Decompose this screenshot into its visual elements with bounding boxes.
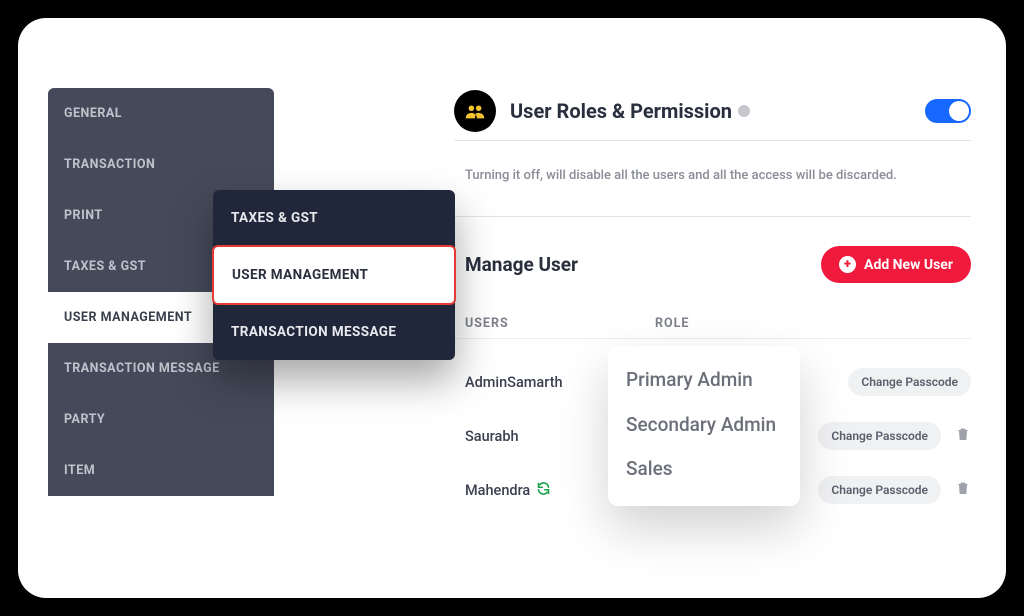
column-header-role: ROLE	[655, 316, 835, 331]
sidebar-item-label: USER MANAGEMENT	[64, 310, 192, 325]
page-title: User Roles & Permission	[510, 99, 925, 123]
user-name: AdminSamarth	[465, 374, 563, 391]
header-row: User Roles & Permission	[454, 90, 971, 132]
settings-sidebar-popout: TAXES & GST USER MANAGEMENT TRANSACTION …	[213, 190, 455, 360]
role-option-label: Sales	[626, 457, 673, 480]
role-option-primary-admin[interactable]: Primary Admin	[624, 358, 784, 403]
sidebar-item-transaction[interactable]: TRANSACTION	[48, 139, 274, 190]
sidebar-item-label: GENERAL	[64, 106, 122, 121]
sync-icon	[536, 481, 551, 500]
divider	[454, 140, 971, 141]
sidebar-item-item[interactable]: ITEM	[48, 445, 274, 496]
feature-toggle[interactable]	[925, 99, 971, 123]
change-passcode-button[interactable]: Change Passcode	[848, 368, 971, 396]
add-new-user-label: Add New User	[864, 257, 953, 273]
role-option-secondary-admin[interactable]: Secondary Admin	[624, 403, 784, 448]
change-passcode-button[interactable]: Change Passcode	[818, 476, 941, 504]
add-new-user-button[interactable]: + Add New User	[821, 246, 971, 283]
sidebar-item-general[interactable]: GENERAL	[48, 88, 274, 139]
user-name: Mahendra	[465, 482, 530, 499]
change-passcode-button[interactable]: Change Passcode	[818, 422, 941, 450]
user-name: Saurabh	[465, 428, 519, 445]
sidebar-item-label: TAXES & GST	[64, 259, 146, 274]
popout-item-taxes-gst[interactable]: TAXES & GST	[213, 190, 455, 246]
role-option-sales[interactable]: Sales	[624, 447, 784, 492]
column-header-users: USERS	[465, 316, 655, 331]
users-table-header: USERS ROLE	[465, 316, 971, 331]
role-option-label: Primary Admin	[626, 368, 753, 391]
help-text: Turning it off, will disable all the use…	[465, 168, 961, 183]
sidebar-item-label: TRANSACTION	[64, 157, 155, 172]
plus-icon: +	[839, 256, 856, 273]
manage-user-title: Manage User	[465, 253, 578, 276]
app-canvas: GENERAL TRANSACTION PRINT TAXES & GST US…	[18, 18, 1006, 598]
divider	[454, 338, 971, 339]
role-option-label: Secondary Admin	[626, 413, 776, 436]
info-icon[interactable]	[738, 105, 750, 117]
popout-item-transaction-message[interactable]: TRANSACTION MESSAGE	[213, 304, 455, 360]
popout-item-label: TAXES & GST	[231, 210, 318, 226]
sidebar-item-label: ITEM	[64, 463, 95, 478]
delete-user-icon[interactable]	[955, 426, 971, 446]
popout-item-user-management[interactable]: USER MANAGEMENT	[212, 245, 456, 305]
users-group-icon	[454, 90, 496, 132]
page-title-text: User Roles & Permission	[510, 99, 732, 123]
popout-item-label: TRANSACTION MESSAGE	[231, 324, 396, 340]
sidebar-item-label: TRANSACTION MESSAGE	[64, 361, 220, 376]
role-dropdown: Primary Admin Secondary Admin Sales	[608, 346, 800, 506]
delete-user-icon[interactable]	[955, 480, 971, 500]
pill-label: Change Passcode	[861, 375, 958, 389]
popout-item-label: USER MANAGEMENT	[232, 267, 368, 283]
pill-label: Change Passcode	[831, 483, 928, 497]
sidebar-item-label: PRINT	[64, 208, 103, 223]
divider	[454, 216, 971, 217]
sidebar-item-party[interactable]: PARTY	[48, 394, 274, 445]
pill-label: Change Passcode	[831, 429, 928, 443]
manage-user-row: Manage User + Add New User	[465, 246, 971, 283]
sidebar-item-label: PARTY	[64, 412, 105, 427]
